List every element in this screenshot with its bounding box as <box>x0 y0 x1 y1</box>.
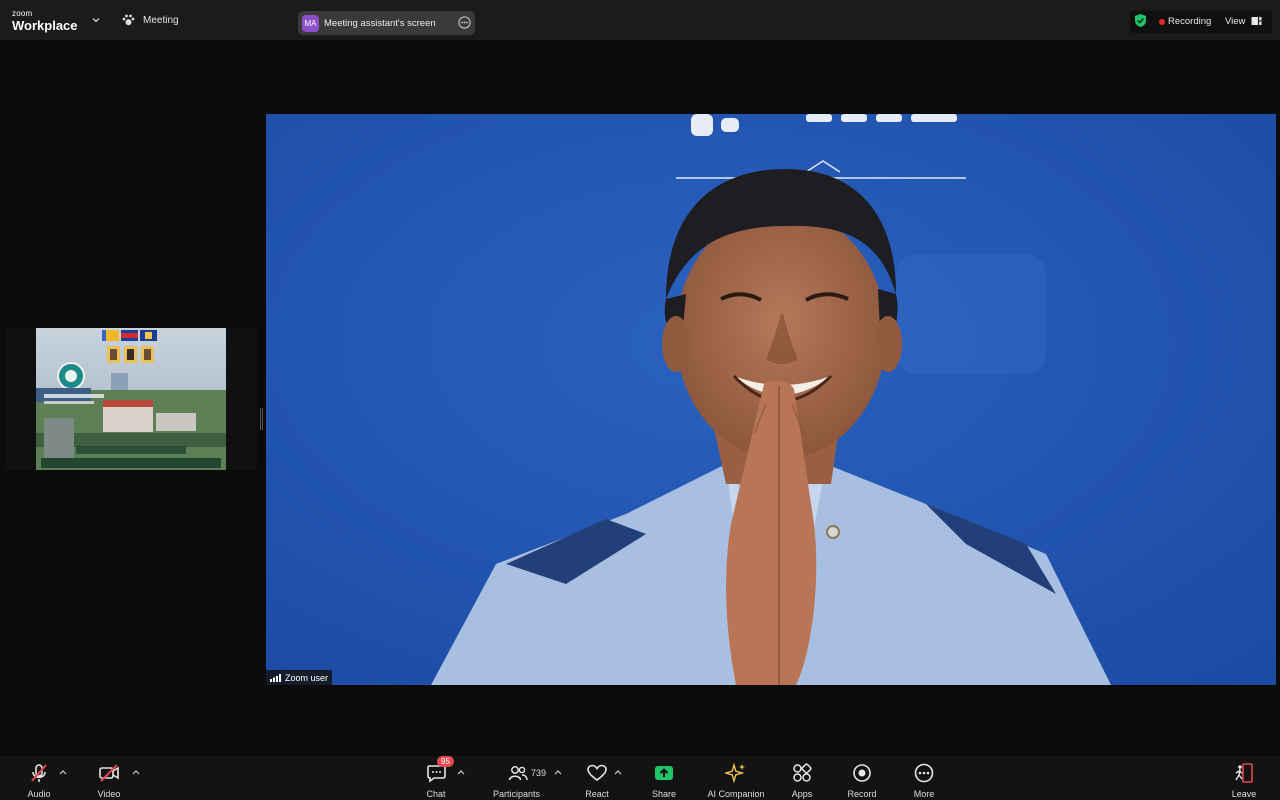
camera-off-icon <box>99 764 119 782</box>
heart-icon <box>587 764 607 781</box>
react-button[interactable]: React <box>583 756 611 800</box>
more-dots-icon <box>914 763 934 783</box>
ai-companion-button[interactable]: AI Companion <box>706 756 766 800</box>
participants-label: Participants <box>493 789 541 799</box>
chat-label: Chat <box>426 789 446 799</box>
resize-handle[interactable] <box>260 408 263 430</box>
chevron-up-icon[interactable] <box>59 769 67 775</box>
zoom-logo[interactable]: zoom Workplace <box>12 9 78 33</box>
top-bar: zoom Workplace Meeting MA Meeting assist… <box>0 0 1280 40</box>
grid-view-icon[interactable] <box>1251 16 1262 26</box>
meeting-label: Meeting <box>143 14 179 26</box>
logo-brand: zoom <box>12 9 33 18</box>
meeting-button[interactable]: Meeting <box>122 14 179 26</box>
chevron-down-icon[interactable] <box>92 16 100 24</box>
share-label: Share <box>651 789 677 799</box>
chevron-up-icon[interactable] <box>457 769 465 775</box>
leave-button[interactable]: Leave <box>1230 756 1258 800</box>
screen-share-indicator[interactable]: MA Meeting assistant's screen <box>298 11 475 35</box>
shield-check-icon[interactable] <box>1133 13 1148 28</box>
participants-count: 739 <box>531 768 547 778</box>
record-label: Record <box>847 789 877 799</box>
record-icon <box>853 764 871 782</box>
shared-screen-thumbnail[interactable] <box>5 328 257 470</box>
react-label: React <box>585 789 609 799</box>
video-label: Video <box>97 789 121 799</box>
participants-button[interactable]: Participants <box>493 756 543 800</box>
leave-door-icon <box>1235 763 1253 783</box>
main-video-tile[interactable]: Zoom user <box>266 114 1276 685</box>
view-button[interactable]: View <box>1225 16 1245 27</box>
audio-label: Audio <box>27 789 51 799</box>
shared-slide-image <box>36 328 226 470</box>
signal-strength-icon <box>270 673 281 682</box>
logo-product: Workplace <box>12 18 78 33</box>
ai-companion-label: AI Companion <box>707 789 765 799</box>
recording-dot-icon <box>1159 19 1165 25</box>
chat-button[interactable]: 95 Chat <box>421 756 454 800</box>
meeting-toolbar: Audio Video 95 Chat Participants 739 Rea… <box>0 756 1280 800</box>
status-group: Recording View <box>1130 11 1272 33</box>
share-arrow-icon <box>655 766 673 780</box>
leave-label: Leave <box>1231 789 1257 799</box>
apps-label: Apps <box>791 789 813 799</box>
sparkle-icon <box>725 762 745 784</box>
screen-share-label: Meeting assistant's screen <box>324 17 436 29</box>
chevron-up-icon[interactable] <box>614 769 622 775</box>
apps-button[interactable]: Apps <box>788 756 816 800</box>
video-button[interactable]: Video <box>94 756 124 800</box>
chevron-up-icon[interactable] <box>554 769 562 775</box>
recording-status[interactable]: Recording <box>1168 16 1211 27</box>
more-label: More <box>913 789 935 799</box>
ellipsis-icon[interactable] <box>458 16 471 29</box>
apps-icon <box>793 763 812 782</box>
more-button[interactable]: More <box>910 756 938 800</box>
chat-unread-badge: 95 <box>437 756 454 767</box>
avatar: MA <box>302 14 319 32</box>
speaker-video-frame <box>266 114 1276 685</box>
record-button[interactable]: Record <box>846 756 878 800</box>
audio-button[interactable]: Audio <box>24 756 54 800</box>
chevron-up-icon[interactable] <box>132 769 140 775</box>
mic-muted-icon <box>31 764 47 782</box>
share-button[interactable]: Share <box>650 756 678 800</box>
people-icon <box>508 766 528 781</box>
paw-icon <box>122 14 135 26</box>
participant-name-tag: Zoom user <box>266 670 333 685</box>
participant-name: Zoom user <box>285 672 329 683</box>
